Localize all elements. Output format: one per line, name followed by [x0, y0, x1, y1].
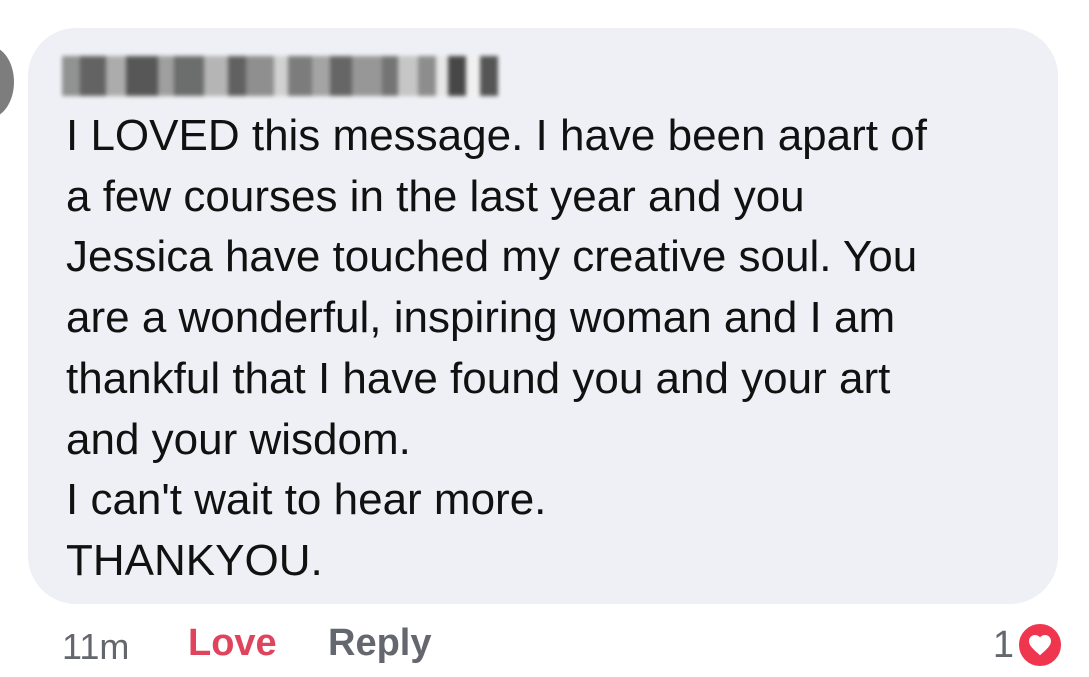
- reaction-count: 1: [992, 624, 1014, 666]
- heart-icon: [1016, 621, 1064, 669]
- timestamp: 11m: [62, 626, 130, 667]
- comment-footer: 11m Love Reply 1: [62, 620, 1064, 670]
- avatar[interactable]: [0, 46, 14, 118]
- author-name-blurred[interactable]: [62, 56, 498, 96]
- love-button[interactable]: Love: [188, 622, 277, 665]
- comment-text: I LOVED this message. I have been apart …: [66, 111, 927, 585]
- reply-button[interactable]: Reply: [328, 622, 431, 665]
- reaction-summary[interactable]: 1: [993, 620, 1064, 670]
